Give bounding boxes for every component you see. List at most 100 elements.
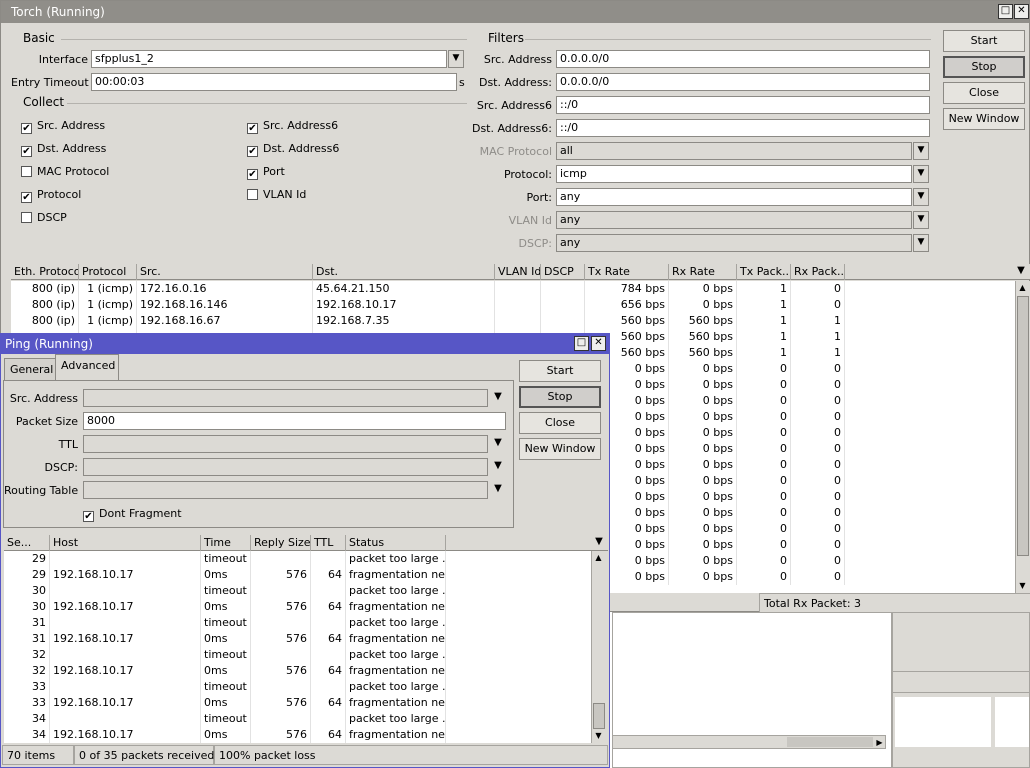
torch-stop-button[interactable]: Stop: [943, 56, 1025, 78]
ping-table-row[interactable]: 29 192.168.10.17 0ms 576 64 fragmentation ne.…: [4, 567, 591, 583]
tab-general[interactable]: General: [4, 358, 56, 380]
collect-protocol-checkbox[interactable]: ✔ Protocol: [21, 188, 81, 203]
ping-packet-size-field[interactable]: 8000: [83, 412, 506, 430]
ping-close-icon[interactable]: ✕: [591, 336, 606, 351]
src-address-dropdown-icon[interactable]: ▼: [491, 389, 505, 407]
interface-dropdown-icon[interactable]: ▼: [448, 50, 464, 68]
torch-new-window-button[interactable]: New Window: [943, 108, 1025, 130]
torch-close-button[interactable]: Close: [943, 82, 1025, 104]
col-ttl[interactable]: TTL: [311, 535, 346, 551]
ping-title-bar[interactable]: Ping (Running): [1, 334, 609, 354]
dscp-dropdown-icon[interactable]: ▼: [491, 458, 505, 476]
torch-table-row-cell: 0 bps: [669, 505, 737, 521]
protocol-dropdown-icon[interactable]: ▼: [913, 165, 929, 183]
col-eth-protocol[interactable]: Eth. Protocol: [11, 264, 79, 280]
ping-maximize-button[interactable]: □: [574, 336, 589, 351]
torch-table-row[interactable]: 800 (ip) 1 (icmp) 192.168.16.67 192.168.7.3…: [11, 313, 1015, 329]
filter-port-label: Port:: [526, 191, 552, 204]
ping-dscp-field[interactable]: [83, 458, 488, 476]
filter-protocol-label: Protocol:: [503, 168, 552, 181]
collect-src-address6-checkbox[interactable]: ✔ Src. Address6: [247, 119, 338, 134]
col-dst[interactable]: Dst.: [313, 264, 495, 280]
col-rx-rate[interactable]: Rx Rate: [669, 264, 737, 280]
torch-maximize-button[interactable]: □: [998, 4, 1013, 19]
ping-columns-menu-icon[interactable]: ▼: [592, 534, 606, 552]
scroll-thumb[interactable]: [1017, 296, 1029, 556]
torch-columns-menu-icon[interactable]: ▼: [1014, 263, 1028, 281]
col-protocol[interactable]: Protocol: [79, 264, 137, 280]
torch-title-bar[interactable]: Torch (Running): [1, 1, 1029, 23]
filter-dst-address6-field[interactable]: ::/0: [556, 119, 930, 137]
torch-close-icon[interactable]: ✕: [1014, 4, 1029, 19]
vlan-id-dropdown-icon[interactable]: ▼: [913, 211, 929, 229]
ping-table-row[interactable]: 30 192.168.10.17 0ms 576 64 fragmentation ne.…: [4, 599, 591, 615]
torch-table-row-cell: 0: [791, 553, 845, 569]
entry-timeout-field[interactable]: 00:00:03: [91, 73, 457, 91]
torch-table-row-cell: 0 bps: [669, 473, 737, 489]
col-src[interactable]: Src.: [137, 264, 313, 280]
mac-protocol-dropdown-icon[interactable]: ▼: [913, 142, 929, 160]
scroll-thumb[interactable]: [593, 703, 605, 729]
port-dropdown-icon[interactable]: ▼: [913, 188, 929, 206]
col-dscp[interactable]: DSCP: [541, 264, 585, 280]
col-status[interactable]: Status: [346, 535, 446, 551]
torch-start-button[interactable]: Start: [943, 30, 1025, 52]
ping-table-row[interactable]: 34 timeout packet too large ...: [4, 711, 591, 727]
ping-table-row[interactable]: 31 192.168.10.17 0ms 576 64 fragmentation ne.…: [4, 631, 591, 647]
col-rx-packets[interactable]: Rx Pack...: [791, 264, 845, 280]
background-hscroll[interactable]: ▶: [612, 735, 886, 749]
dscp-dropdown-icon[interactable]: ▼: [913, 234, 929, 252]
collect-port-checkbox[interactable]: ✔ Port: [247, 165, 285, 180]
ping-vertical-scrollbar[interactable]: ▲ ▼: [591, 551, 606, 743]
interface-field[interactable]: sfpplus1_2: [91, 50, 447, 68]
ping-ttl-field[interactable]: [83, 435, 488, 453]
col-seq[interactable]: Se...: [4, 535, 50, 551]
scroll-right-arrow-icon[interactable]: ▶: [873, 736, 886, 749]
col-host[interactable]: Host: [50, 535, 201, 551]
collect-src-address-checkbox[interactable]: ✔ Src. Address: [21, 119, 105, 134]
filter-src-address-field[interactable]: 0.0.0.0/0: [556, 50, 930, 68]
ping-table-row[interactable]: 31 timeout packet too large ...: [4, 615, 591, 631]
ping-table-row[interactable]: 32 192.168.10.17 0ms 576 64 fragmentation ne.…: [4, 663, 591, 679]
filter-protocol-field[interactable]: icmp: [556, 165, 912, 183]
scroll-down-arrow-icon[interactable]: ▼: [1016, 579, 1029, 592]
col-tx-rate[interactable]: Tx Rate: [585, 264, 669, 280]
ping-table-row[interactable]: 30 timeout packet too large ...: [4, 583, 591, 599]
col-tx-packets[interactable]: Tx Pack...: [737, 264, 791, 280]
routing-table-dropdown-icon[interactable]: ▼: [491, 481, 505, 499]
ping-table-row-cell: 30: [4, 599, 50, 615]
ping-table-row[interactable]: 29 timeout packet too large ...: [4, 551, 591, 567]
ping-stop-button[interactable]: Stop: [519, 386, 601, 408]
ping-table-row[interactable]: 33 timeout packet too large ...: [4, 679, 591, 695]
ping-start-button[interactable]: Start: [519, 360, 601, 382]
ping-table-row[interactable]: 32 timeout packet too large ...: [4, 647, 591, 663]
tab-advanced[interactable]: Advanced: [55, 354, 119, 380]
collect-vlan-id-checkbox[interactable]: VLAN Id: [247, 188, 306, 201]
scroll-up-arrow-icon[interactable]: ▲: [1016, 281, 1029, 294]
col-time[interactable]: Time: [201, 535, 251, 551]
ttl-dropdown-icon[interactable]: ▼: [491, 435, 505, 453]
collect-dscp-checkbox[interactable]: DSCP: [21, 211, 67, 224]
scroll-up-arrow-icon[interactable]: ▲: [592, 551, 605, 564]
scroll-down-arrow-icon[interactable]: ▼: [592, 729, 605, 742]
collect-dst-address6-checkbox[interactable]: ✔ Dst. Address6: [247, 142, 339, 157]
dont-fragment-checkbox[interactable]: ✔ Dont Fragment: [83, 507, 182, 522]
torch-vertical-scrollbar[interactable]: ▲ ▼: [1015, 281, 1030, 593]
filter-port-field[interactable]: any: [556, 188, 912, 206]
torch-table-row[interactable]: 800 (ip) 1 (icmp) 192.168.16.146 192.168.10…: [11, 297, 1015, 313]
ping-src-address-field[interactable]: [83, 389, 488, 407]
unchecked-box-icon: [21, 166, 32, 177]
ping-table-row[interactable]: 33 192.168.10.17 0ms 576 64 fragmentation ne.…: [4, 695, 591, 711]
torch-table-row[interactable]: 800 (ip) 1 (icmp) 172.16.0.16 45.64.21.150 7…: [11, 281, 1015, 297]
collect-dst-address-checkbox[interactable]: ✔ Dst. Address: [21, 142, 106, 157]
ping-table-row-cell: 64: [311, 567, 346, 583]
filter-dst-address-field[interactable]: 0.0.0.0/0: [556, 73, 930, 91]
col-vlan-id[interactable]: VLAN Id: [495, 264, 541, 280]
ping-close-button[interactable]: Close: [519, 412, 601, 434]
ping-new-window-button[interactable]: New Window: [519, 438, 601, 460]
filter-src-address6-field[interactable]: ::/0: [556, 96, 930, 114]
ping-routing-table-field[interactable]: [83, 481, 488, 499]
col-reply-size[interactable]: Reply Size: [251, 535, 311, 551]
collect-mac-protocol-checkbox[interactable]: MAC Protocol: [21, 165, 109, 178]
ping-table-row[interactable]: 34 192.168.10.17 0ms 576 64 fragmentation ne.…: [4, 727, 591, 743]
